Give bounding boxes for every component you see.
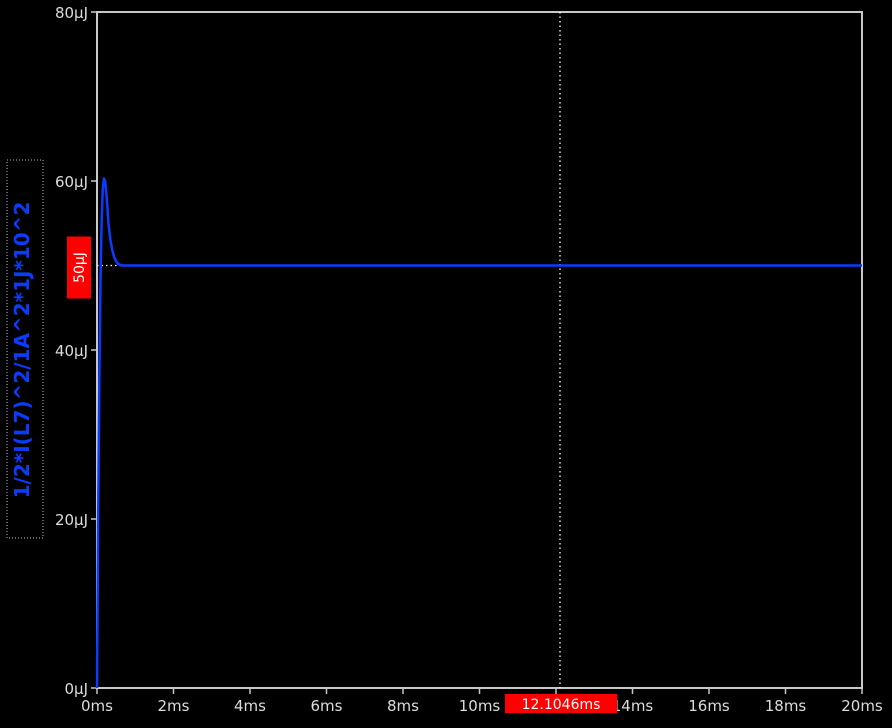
x-tick-label: 20ms xyxy=(841,697,883,715)
plot-background xyxy=(0,0,892,723)
vertical-cursor-label: 12.1046ms xyxy=(522,697,601,713)
y-tick-label: 40µJ xyxy=(55,342,88,360)
x-tick-label: 14ms xyxy=(612,697,654,715)
x-tick-label: 16ms xyxy=(688,697,730,715)
y-axis-label-text: 1/2*I(L7)^2/1A^2*1J*10^2 xyxy=(10,202,34,499)
x-tick-label: 10ms xyxy=(459,697,501,715)
y-tick-label: 0µJ xyxy=(64,680,88,698)
x-tick-label: 0ms xyxy=(81,697,113,715)
y-tick-label: 20µJ xyxy=(55,511,88,529)
y-tick-label: 80µJ xyxy=(55,4,88,22)
x-tick-label: 6ms xyxy=(311,697,343,715)
x-tick-label: 18ms xyxy=(765,697,807,715)
waveform-plot[interactable]: 0ms2ms4ms6ms8ms10ms12ms14ms16ms18ms20ms … xyxy=(0,0,892,723)
x-tick-label: 8ms xyxy=(387,697,419,715)
x-tick-label: 4ms xyxy=(234,697,266,715)
horizontal-cursor-label: 50µJ xyxy=(72,252,88,283)
waveform-plot-svg[interactable]: 0ms2ms4ms6ms8ms10ms12ms14ms16ms18ms20ms … xyxy=(0,0,892,723)
y-tick-label: 60µJ xyxy=(55,173,88,191)
x-tick-label: 2ms xyxy=(158,697,190,715)
